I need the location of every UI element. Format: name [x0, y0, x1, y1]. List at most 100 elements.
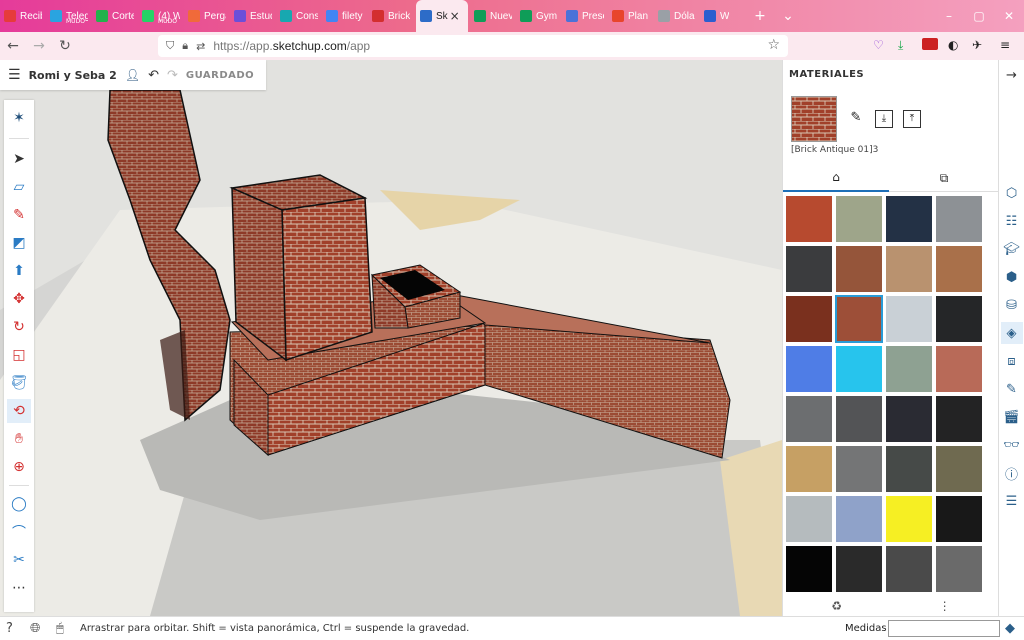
material-swatch[interactable] [886, 196, 932, 242]
material-swatch[interactable] [936, 546, 982, 592]
url-bar[interactable]: ⛉ 🔒︎ ⇄ https://app.sketchup.com/app ☆ [158, 35, 788, 57]
project-name[interactable]: Romi y Seba 2 [29, 69, 117, 82]
material-swatch[interactable] [886, 346, 932, 392]
instructor-icon[interactable]: 🎓︎ [1001, 238, 1023, 260]
undo-icon[interactable]: ↶ [148, 68, 159, 83]
materials-icon[interactable]: ◈ [1000, 322, 1023, 344]
url-text[interactable]: https://app.sketchup.com/app [213, 39, 370, 53]
material-swatch[interactable] [786, 446, 832, 492]
collapse-panel-icon[interactable]: → [1001, 64, 1023, 86]
tab-list-button[interactable]: ⌄ [774, 8, 802, 24]
arc-tool-icon[interactable]: ⌒ [7, 520, 31, 544]
move-tool-icon[interactable]: ✥ [7, 287, 31, 311]
orbit-tool-icon[interactable]: ⟲ [7, 399, 31, 423]
close-tab-icon[interactable]: × [450, 9, 460, 23]
new-tab-button[interactable]: + [746, 8, 774, 24]
material-swatch[interactable] [936, 446, 982, 492]
scenes-icon[interactable]: 🎬︎ [1001, 406, 1023, 428]
material-swatch[interactable] [786, 346, 832, 392]
circle-tool-icon[interactable]: ◯ [7, 492, 31, 516]
search-tool-icon[interactable]: ✶ [7, 106, 31, 130]
tab-browse[interactable]: ⧉ [891, 164, 997, 192]
back-icon[interactable]: ← [0, 38, 26, 54]
material-swatch[interactable] [836, 546, 882, 592]
download-icon[interactable]: ⤓ [898, 38, 903, 53]
browser-tab[interactable]: Cons [276, 0, 322, 32]
close-window-icon[interactable]: ✕ [994, 9, 1024, 23]
material-swatch[interactable] [886, 296, 932, 342]
browser-tab[interactable]: Recib [0, 0, 46, 32]
entity-info-icon[interactable]: ⬡ [1001, 182, 1023, 204]
components-icon[interactable]: ⬢ [1001, 266, 1023, 288]
shield-icon[interactable]: ⛉ [166, 39, 174, 53]
redo-icon[interactable]: ↷ [167, 68, 178, 83]
3d-viewport[interactable]: ☰ Romi y Seba 2 👤︎ ↶ ↷ GUARDADO ✶ ➤ ▱ ✎ … [0, 60, 782, 616]
hamburger-menu-icon[interactable]: ☰ [8, 67, 21, 83]
globe-icon[interactable]: 🌐︎ [30, 621, 40, 636]
extension-bird-icon[interactable]: ✈ [972, 38, 982, 52]
material-swatch[interactable] [786, 246, 832, 292]
purge-unused-icon[interactable]: ♻ [831, 599, 842, 613]
material-swatch[interactable] [936, 296, 982, 342]
material-swatch[interactable] [886, 546, 932, 592]
material-swatch[interactable] [836, 496, 882, 542]
material-swatch[interactable] [936, 496, 982, 542]
view-icon[interactable]: 👓︎ [1001, 434, 1023, 456]
pencil-tool-icon[interactable]: ✎ [7, 203, 31, 227]
model-info-icon[interactable]: ⓘ [1001, 462, 1023, 484]
material-swatch[interactable] [836, 446, 882, 492]
lock-icon[interactable]: 🔒︎ [182, 39, 188, 53]
material-swatch[interactable] [886, 496, 932, 542]
minimize-window-icon[interactable]: – [934, 9, 964, 23]
import-material-icon[interactable]: ⤓ [875, 110, 893, 128]
material-swatch[interactable] [835, 295, 883, 343]
more-tools-icon[interactable]: ⋯ [7, 576, 31, 600]
menu-icon[interactable]: ≡ [1000, 38, 1010, 52]
eraser-tool-icon[interactable]: ▱ [7, 175, 31, 199]
push-pull-tool-icon[interactable]: ⬆ [7, 259, 31, 283]
browser-tab[interactable]: Pergam [184, 0, 230, 32]
styles-icon[interactable]: ⧈ [1001, 350, 1023, 372]
share-user-icon[interactable]: 👤︎ [125, 68, 140, 82]
tags-icon[interactable]: ⛁ [1001, 294, 1023, 316]
material-swatch[interactable] [786, 546, 832, 592]
browser-tab[interactable]: (4) W MUDO [138, 0, 184, 32]
material-swatch[interactable] [786, 296, 832, 342]
bookmark-star-icon[interactable]: ☆ [767, 37, 780, 53]
material-swatch[interactable] [836, 396, 882, 442]
rectangle-tool-icon[interactable]: ◩ [7, 231, 31, 255]
browser-tab[interactable]: Prese [562, 0, 608, 32]
browser-tab[interactable]: Estud [230, 0, 276, 32]
material-swatch[interactable] [886, 246, 932, 292]
outliner-icon[interactable]: ☷ [1001, 210, 1023, 232]
browser-tab[interactable]: W [700, 0, 746, 32]
material-swatch[interactable] [886, 396, 932, 442]
reload-icon[interactable]: ↻ [52, 38, 78, 54]
material-swatch[interactable] [936, 396, 982, 442]
help-icon[interactable]: ? [6, 621, 13, 636]
tape-measure-icon[interactable]: ✂ [7, 548, 31, 572]
pocket-icon[interactable]: ♡ [873, 38, 884, 52]
rotate-tool-icon[interactable]: ↻ [7, 315, 31, 339]
model-canvas[interactable] [0, 60, 782, 616]
material-swatch[interactable] [786, 496, 832, 542]
browser-tab[interactable]: filety [322, 0, 368, 32]
material-swatch[interactable] [936, 246, 982, 292]
material-swatch[interactable] [886, 446, 932, 492]
extension-red-icon[interactable] [922, 38, 938, 50]
extension-dark-icon[interactable]: ◐ [948, 38, 958, 52]
pan-tool-icon[interactable]: ✋︎ [7, 427, 31, 451]
material-swatch[interactable] [836, 346, 882, 392]
material-swatch[interactable] [936, 196, 982, 242]
tab-in-model[interactable]: ⌂ [783, 164, 889, 192]
material-swatch[interactable] [936, 346, 982, 392]
display-icon[interactable]: ✎ [1001, 378, 1023, 400]
browser-tab[interactable]: Nuev [470, 0, 516, 32]
permissions-icon[interactable]: ⇄ [196, 40, 205, 53]
export-material-icon[interactable]: ⤒ [903, 110, 921, 128]
material-swatch[interactable] [786, 396, 832, 442]
scale-tool-icon[interactable]: ◱ [7, 343, 31, 367]
material-swatch[interactable] [786, 196, 832, 242]
browser-tab[interactable]: Corte [92, 0, 138, 32]
forward-icon[interactable]: → [26, 38, 52, 54]
